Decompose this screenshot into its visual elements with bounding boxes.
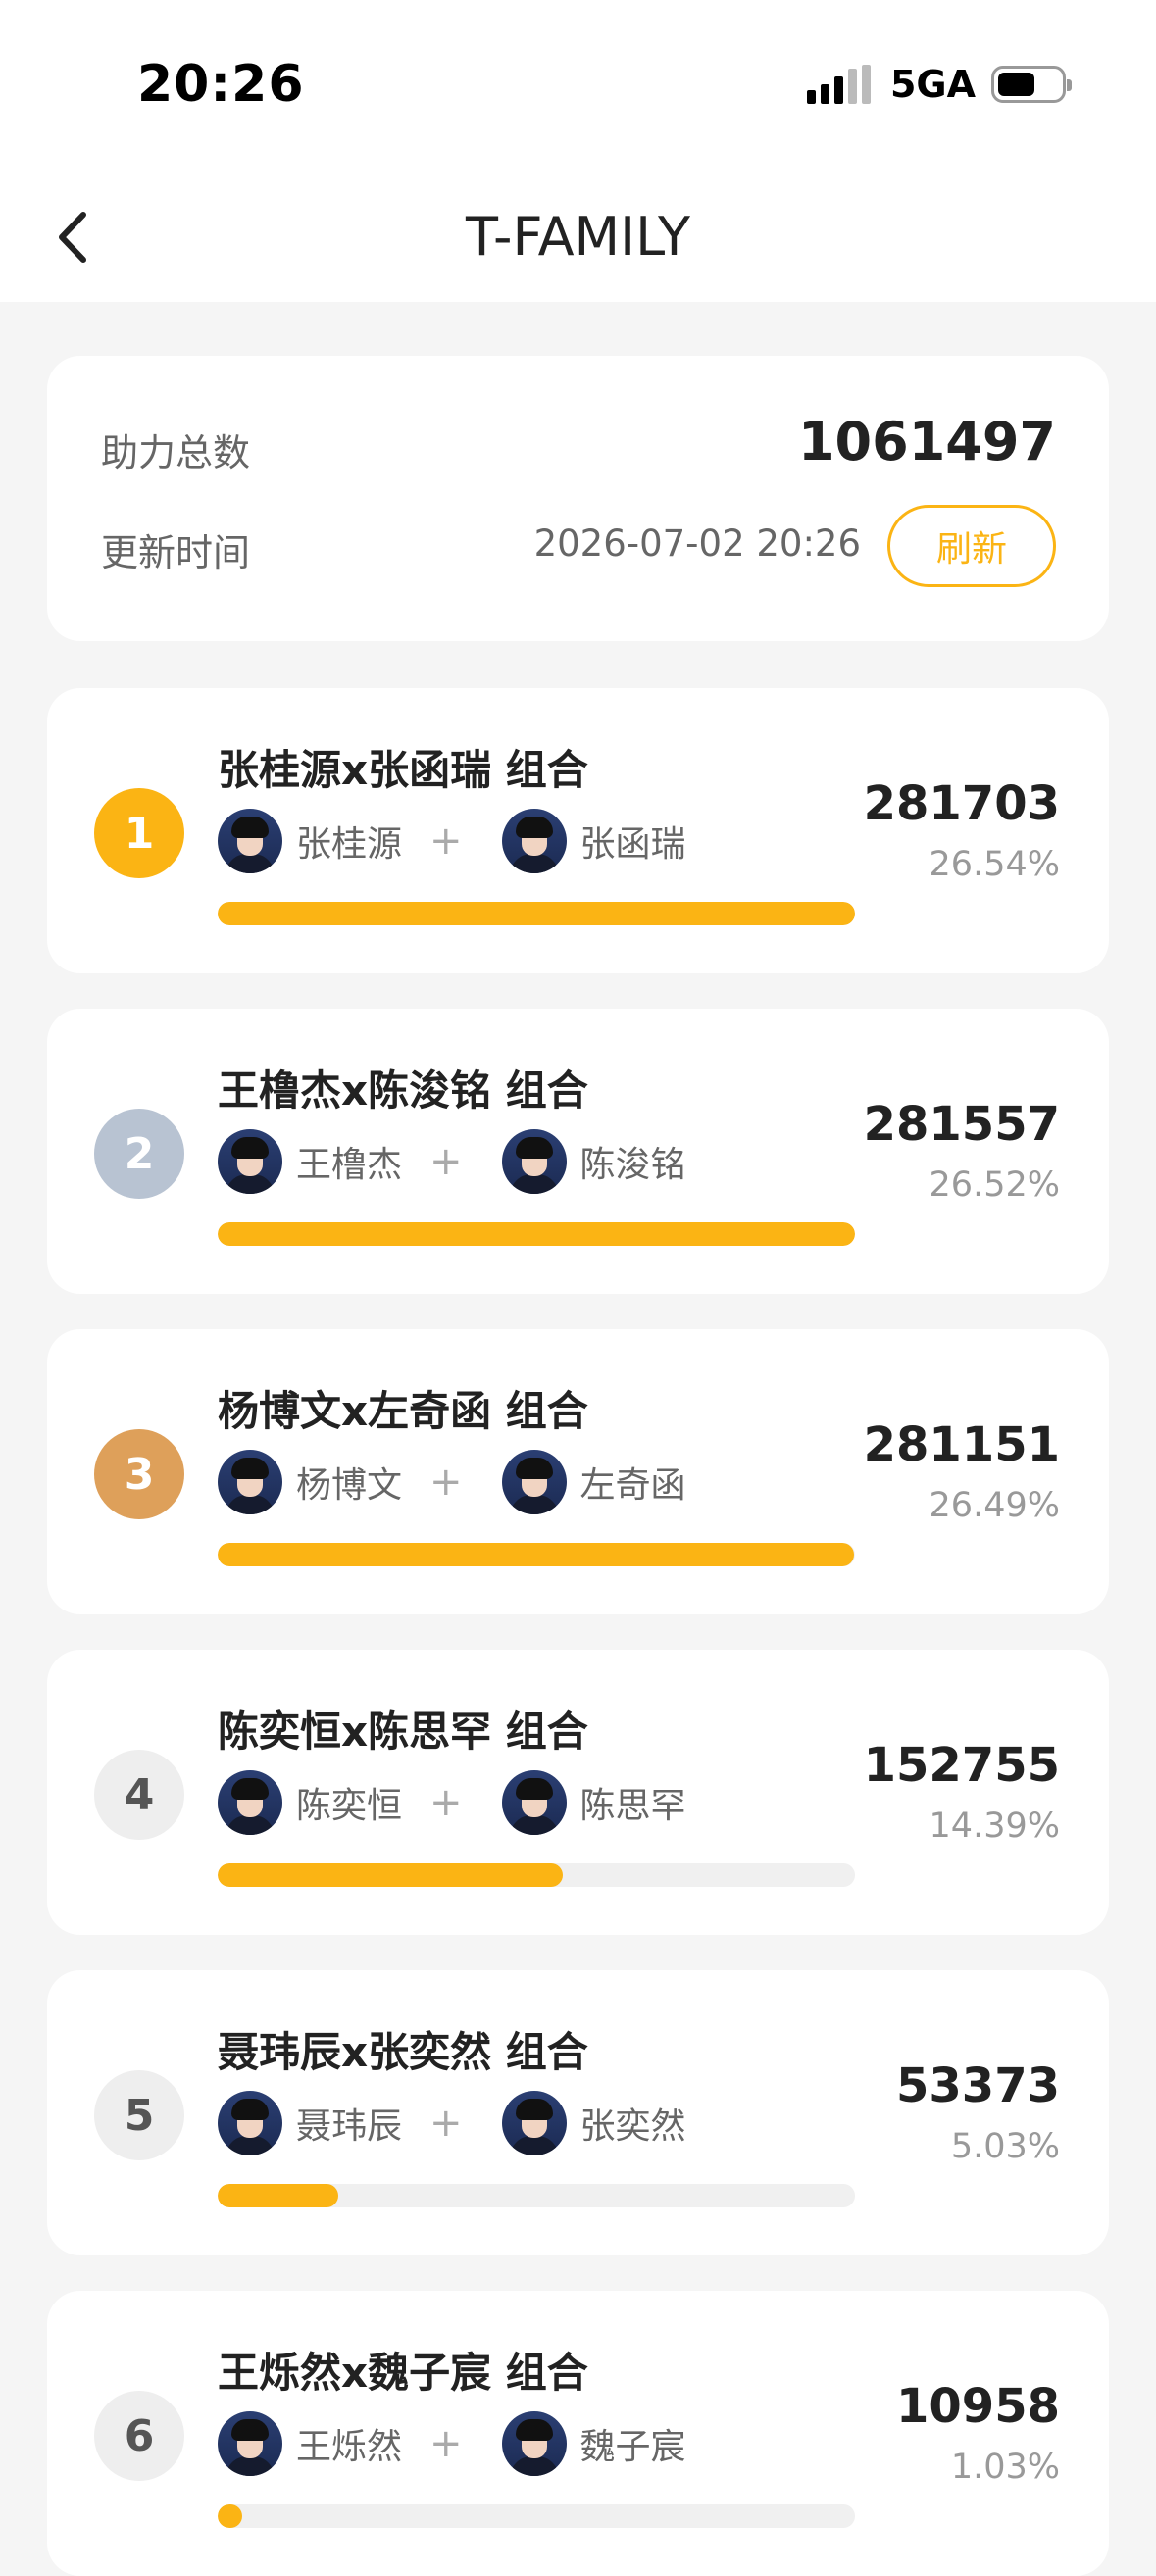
member-name: 陈奕恒	[296, 1786, 403, 1826]
member-name: 王烁然	[296, 2427, 403, 2467]
group-card[interactable]: 3 杨博文x左奇函 组合杨博文 + 左奇函 281151 26.49%	[47, 1329, 1109, 1614]
members-row: 王烁然 + 魏子宸	[218, 2410, 686, 2477]
member-name: 张桂源	[296, 824, 403, 865]
rank-badge: 3	[94, 1429, 184, 1519]
vote-percent: 26.54%	[929, 845, 1060, 884]
avatar	[501, 1129, 567, 1194]
member-name: 王橹杰	[296, 1145, 403, 1185]
group-card[interactable]: 6 王烁然x魏子宸 组合王烁然 + 魏子宸 10958 1.03%	[47, 2291, 1109, 2576]
progress-fill	[218, 1863, 564, 1887]
member-name: 魏子宸	[579, 2427, 686, 2467]
avatar	[501, 2091, 567, 2155]
refresh-button[interactable]: 刷新	[887, 505, 1056, 587]
rank-badge: 6	[94, 2391, 184, 2481]
progress-fill	[218, 902, 855, 925]
rank-badge: 4	[94, 1750, 184, 1840]
progress-bar	[218, 1222, 855, 1246]
member-name: 陈思罕	[579, 1786, 686, 1826]
members-row: 王橹杰 + 陈浚铭	[218, 1128, 686, 1195]
member-name: 陈浚铭	[579, 1145, 686, 1185]
update-time: 2026-07-02 20:26	[533, 522, 861, 565]
plus-icon: +	[429, 1460, 463, 1505]
progress-bar	[218, 1863, 855, 1887]
battery-icon	[991, 66, 1072, 103]
vote-count: 10958	[896, 2379, 1060, 2434]
vote-count: 281557	[863, 1097, 1060, 1152]
plus-icon: +	[429, 2421, 463, 2466]
group-card[interactable]: 2 王橹杰x陈浚铭 组合王橹杰 + 陈浚铭 281557 26.52%	[47, 1009, 1109, 1294]
member-name: 张函瑞	[579, 824, 686, 865]
members-row: 张桂源 + 张函瑞	[218, 808, 686, 874]
progress-fill	[218, 1222, 855, 1246]
vote-percent: 1.03%	[950, 2448, 1060, 2487]
avatar	[218, 1450, 282, 1514]
update-label: 更新时间	[101, 531, 251, 574]
vote-percent: 14.39%	[929, 1807, 1060, 1846]
network-label: 5GA	[889, 63, 976, 106]
progress-fill	[218, 1543, 854, 1566]
total-label: 助力总数	[101, 431, 251, 474]
status-time: 20:26	[137, 55, 305, 114]
group-name: 聂玮辰x张奕然 组合	[218, 2028, 588, 2076]
rank-badge: 2	[94, 1109, 184, 1199]
progress-bar	[218, 1543, 855, 1566]
members-row: 杨博文 + 左奇函	[218, 1449, 686, 1515]
vote-percent: 5.03%	[950, 2127, 1060, 2166]
members-row: 聂玮辰 + 张奕然	[218, 2090, 686, 2156]
avatar	[218, 2091, 282, 2155]
group-name: 张桂源x张函瑞 组合	[218, 746, 588, 794]
vote-count: 281703	[863, 776, 1060, 831]
plus-icon: +	[429, 2101, 463, 2146]
signal-icon	[806, 65, 871, 104]
progress-fill	[218, 2184, 339, 2207]
plus-icon: +	[429, 1780, 463, 1825]
vote-count: 53373	[896, 2058, 1060, 2113]
member-name: 聂玮辰	[296, 2106, 403, 2147]
group-card[interactable]: 1 张桂源x张函瑞 组合张桂源 + 张函瑞 281703 26.54%	[47, 688, 1109, 973]
summary-card: 助力总数 1061497 更新时间 2026-07-02 20:26 刷新	[47, 356, 1109, 641]
top-bar: 20:26 5GA T-FAMILY	[0, 0, 1156, 302]
plus-icon: +	[429, 818, 463, 864]
member-name: 张奕然	[579, 2106, 686, 2147]
vote-percent: 26.49%	[929, 1486, 1060, 1525]
group-name: 王烁然x魏子宸 组合	[218, 2349, 588, 2397]
status-indicators: 5GA	[806, 63, 1072, 106]
avatar	[218, 2411, 282, 2476]
group-name: 陈奕恒x陈思罕 组合	[218, 1708, 588, 1756]
total-value: 1061497	[797, 411, 1056, 472]
avatar	[501, 1450, 567, 1514]
member-name: 左奇函	[579, 1465, 686, 1506]
progress-bar	[218, 2184, 855, 2207]
members-row: 陈奕恒 + 陈思罕	[218, 1769, 686, 1836]
avatar	[218, 1129, 282, 1194]
avatar	[501, 1770, 567, 1835]
group-card[interactable]: 4 陈奕恒x陈思罕 组合陈奕恒 + 陈思罕 152755 14.39%	[47, 1650, 1109, 1935]
avatar	[501, 2411, 567, 2476]
avatar	[218, 1770, 282, 1835]
group-card[interactable]: 5 聂玮辰x张奕然 组合聂玮辰 + 张奕然 53373 5.03%	[47, 1970, 1109, 2255]
vote-count: 281151	[863, 1417, 1060, 1472]
plus-icon: +	[429, 1139, 463, 1184]
vote-percent: 26.52%	[929, 1165, 1060, 1205]
progress-bar	[218, 2504, 855, 2528]
rank-badge: 1	[94, 788, 184, 878]
vote-count: 152755	[863, 1738, 1060, 1793]
avatar	[218, 809, 282, 873]
group-name: 杨博文x左奇函 组合	[218, 1387, 588, 1435]
member-name: 杨博文	[296, 1465, 403, 1506]
group-name: 王橹杰x陈浚铭 组合	[218, 1066, 588, 1115]
progress-fill	[218, 2504, 243, 2528]
rank-badge: 5	[94, 2070, 184, 2160]
page-title: T-FAMILY	[466, 206, 690, 268]
progress-bar	[218, 902, 855, 925]
avatar	[501, 809, 567, 873]
